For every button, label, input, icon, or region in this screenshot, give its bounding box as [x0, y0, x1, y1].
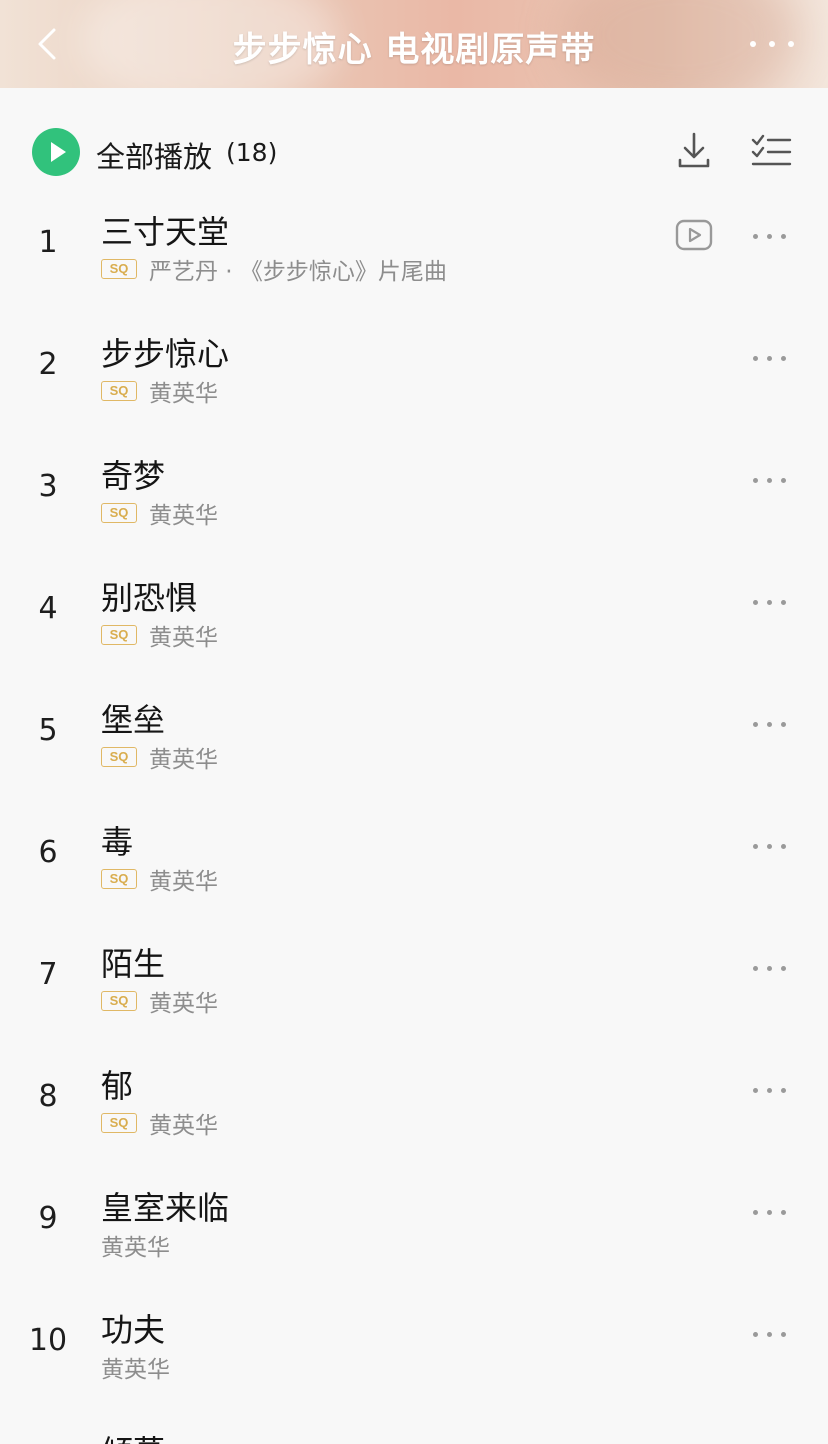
- video-play-icon[interactable]: [675, 219, 713, 251]
- song-title: 三寸天堂: [101, 213, 230, 251]
- song-meta: SQ 黄英华: [101, 497, 218, 529]
- song-artist: 黄英华: [149, 1113, 218, 1139]
- song-title: 倾慕: [101, 1427, 165, 1444]
- song-title: 皇室来临: [101, 1189, 230, 1227]
- song-meta: SQ 黄英华: [101, 375, 218, 407]
- song-artist: 黄英华: [149, 381, 218, 407]
- song-row[interactable]: 5 堡垒 SQ 黄英华: [0, 683, 828, 805]
- song-title: 郁: [101, 1067, 134, 1105]
- more-horizontal-icon[interactable]: [752, 353, 788, 365]
- song-meta: 黄英华: [101, 1229, 170, 1261]
- song-artist: 黄英华: [149, 503, 218, 529]
- song-title: 毒: [101, 823, 134, 861]
- more-horizontal-icon[interactable]: [752, 597, 788, 609]
- more-horizontal-icon[interactable]: [752, 719, 788, 731]
- song-index: 3: [38, 469, 58, 504]
- song-index: 1: [38, 225, 58, 260]
- song-index: 4: [38, 591, 58, 626]
- song-artist: 黄英华: [101, 1235, 170, 1261]
- song-meta: SQ 黄英华: [101, 619, 218, 651]
- song-artist: 黄英华: [101, 1357, 170, 1383]
- song-index: 7: [38, 957, 58, 992]
- song-count: (18): [226, 138, 278, 167]
- page-title: 步步惊心 电视剧原声带: [232, 30, 596, 70]
- song-index: 6: [38, 835, 58, 870]
- song-artist: 黄英华: [149, 869, 218, 895]
- song-meta: SQ 黄英华: [101, 985, 218, 1017]
- song-row[interactable]: 9 皇室来临 黄英华: [0, 1171, 828, 1293]
- song-artist: 黄英华: [149, 991, 218, 1017]
- song-meta: 黄英华: [101, 1351, 170, 1383]
- sq-quality-badge: SQ: [101, 625, 137, 645]
- play-all-label[interactable]: 全部播放: [96, 134, 212, 176]
- more-horizontal-icon[interactable]: [752, 841, 788, 853]
- song-row[interactable]: 10 功夫 黄英华: [0, 1293, 828, 1415]
- song-artist: 严艺丹 · 《步步惊心》片尾曲: [149, 259, 447, 285]
- song-index: 10: [28, 1323, 68, 1358]
- sq-quality-badge: SQ: [101, 991, 137, 1011]
- song-index: 8: [38, 1079, 58, 1114]
- song-title: 步步惊心: [101, 335, 230, 373]
- song-artist: 黄英华: [149, 625, 218, 651]
- sq-quality-badge: SQ: [101, 1113, 137, 1133]
- sq-quality-badge: SQ: [101, 259, 137, 279]
- sq-quality-badge: SQ: [101, 747, 137, 767]
- song-row[interactable]: 6 毒 SQ 黄英华: [0, 805, 828, 927]
- download-icon[interactable]: [674, 130, 714, 174]
- song-row[interactable]: 2 步步惊心 SQ 黄英华: [0, 317, 828, 439]
- more-horizontal-icon[interactable]: [752, 231, 788, 243]
- song-title: 别恐惧: [101, 579, 198, 617]
- checklist-icon[interactable]: [750, 132, 792, 172]
- header-bar: 步步惊心 电视剧原声带: [0, 0, 828, 88]
- song-meta: SQ 黄英华: [101, 741, 218, 773]
- play-circle-icon[interactable]: [32, 128, 80, 176]
- more-horizontal-icon[interactable]: [752, 1207, 788, 1219]
- song-row[interactable]: 3 奇梦 SQ 黄英华: [0, 439, 828, 561]
- song-row[interactable]: 8 郁 SQ 黄英华: [0, 1049, 828, 1171]
- song-row[interactable]: 1 三寸天堂 SQ 严艺丹 · 《步步惊心》片尾曲: [0, 195, 828, 317]
- song-index: 2: [38, 347, 58, 382]
- song-row[interactable]: 11 倾慕: [0, 1415, 828, 1444]
- song-index: 5: [38, 713, 58, 748]
- sq-quality-badge: SQ: [101, 869, 137, 889]
- more-horizontal-icon[interactable]: [752, 1085, 788, 1097]
- song-title: 功夫: [101, 1311, 166, 1349]
- song-artist: 黄英华: [149, 747, 218, 773]
- song-meta: SQ 黄英华: [101, 863, 218, 895]
- sq-quality-badge: SQ: [101, 503, 137, 523]
- more-horizontal-icon[interactable]: [752, 963, 788, 975]
- song-row[interactable]: 4 别恐惧 SQ 黄英华: [0, 561, 828, 683]
- more-horizontal-icon[interactable]: [752, 1329, 788, 1341]
- song-index: 9: [38, 1201, 58, 1236]
- song-title: 奇梦: [101, 457, 166, 495]
- more-horizontal-icon[interactable]: [752, 475, 788, 487]
- song-meta: SQ 黄英华: [101, 1107, 218, 1139]
- song-title: 陌生: [101, 945, 166, 983]
- song-title: 堡垒: [101, 701, 166, 739]
- sq-quality-badge: SQ: [101, 381, 137, 401]
- song-row[interactable]: 7 陌生 SQ 黄英华: [0, 927, 828, 1049]
- song-meta: SQ 严艺丹 · 《步步惊心》片尾曲: [101, 253, 447, 285]
- more-horizontal-icon[interactable]: [748, 36, 796, 52]
